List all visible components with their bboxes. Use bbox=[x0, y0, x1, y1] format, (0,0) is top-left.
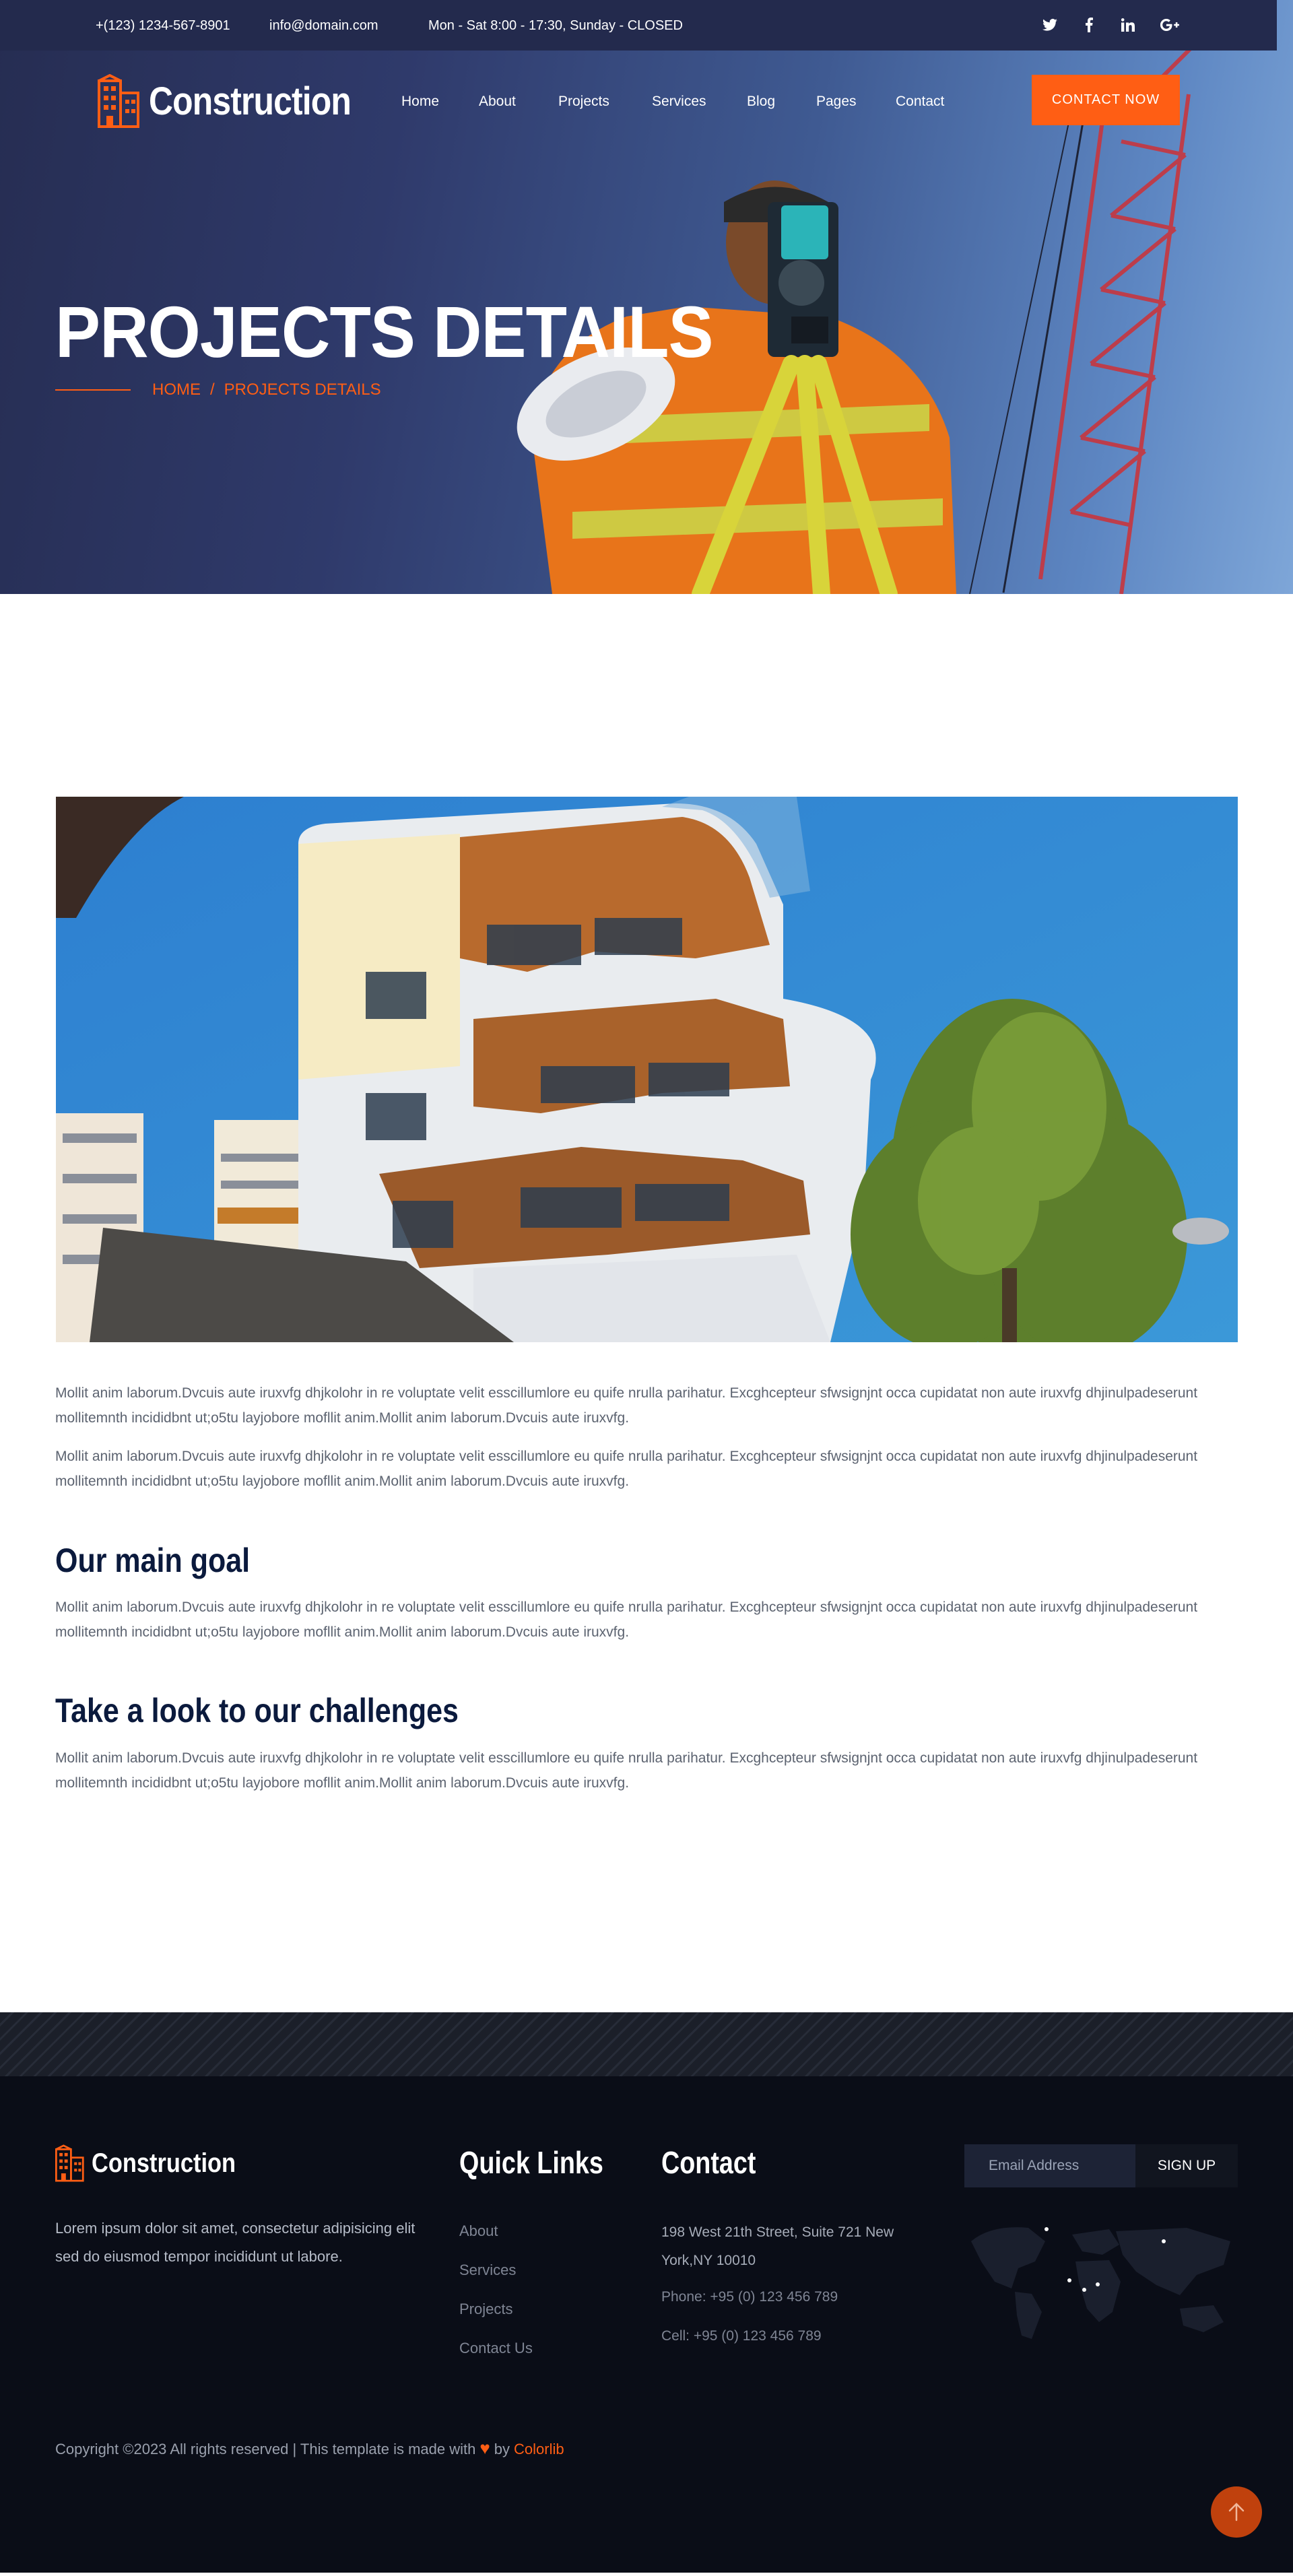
sign-up-button[interactable]: SIGN UP bbox=[1135, 2144, 1238, 2187]
contact-phone[interactable]: Phone: +95 (0) 123 456 789 bbox=[661, 2283, 838, 2311]
copyright-main: Copyright ©2023 All rights reserved | Th… bbox=[55, 2441, 476, 2457]
copyright-text: Copyright ©2023 All rights reserved | Th… bbox=[55, 2438, 564, 2459]
arrow-up-icon bbox=[1228, 2503, 1245, 2521]
site-footer: Construction Lorem ipsum dolor sit amet,… bbox=[0, 2012, 1293, 2576]
breadcrumb-divider-line bbox=[55, 389, 131, 391]
site-logo[interactable]: Construction bbox=[98, 74, 384, 128]
contact-cell[interactable]: Cell: +95 (0) 123 456 789 bbox=[661, 2322, 822, 2350]
heart-icon: ♥ bbox=[479, 2438, 490, 2458]
quick-links-heading: Quick Links bbox=[459, 2145, 603, 2180]
page-title: PROJECTS DETAILS bbox=[55, 291, 714, 372]
hero-banner: +(123) 1234-567-8901 info@domain.com Mon… bbox=[0, 0, 1293, 594]
newsletter-form: SIGN UP bbox=[964, 2144, 1238, 2187]
nav-blog[interactable]: Blog bbox=[747, 94, 775, 110]
building-logo-icon bbox=[98, 74, 139, 128]
intro-paragraph-1: Mollit anim laborum.Dvcuis aute iruxvfg … bbox=[55, 1385, 1198, 1426]
nav-about[interactable]: About bbox=[479, 94, 516, 110]
nav-pages[interactable]: Pages bbox=[816, 94, 857, 110]
newsletter-email-input[interactable] bbox=[964, 2144, 1135, 2187]
building-logo-icon bbox=[55, 2144, 84, 2182]
challenges-heading: Take a look to our challenges bbox=[55, 1692, 459, 1729]
topbar-hours: Mon - Sat 8:00 - 17:30, Sunday - CLOSED bbox=[428, 18, 683, 33]
colorlib-link[interactable]: Colorlib bbox=[514, 2441, 564, 2457]
challenges-paragraph: Mollit anim laborum.Dvcuis aute iruxvfg … bbox=[55, 1750, 1198, 1791]
footer-link-projects[interactable]: Projects bbox=[459, 2301, 512, 2318]
page-bottom-edge bbox=[0, 2573, 1293, 2576]
breadcrumb-separator: / bbox=[210, 381, 215, 399]
contact-address-line-2: York,NY 10010 bbox=[661, 2253, 756, 2268]
contact-address-line-1: 198 West 21th Street, Suite 721 New bbox=[661, 2224, 894, 2240]
google-plus-icon[interactable] bbox=[1160, 15, 1180, 35]
footer-stripe-band bbox=[0, 2012, 1293, 2076]
building-photo bbox=[56, 797, 1238, 1342]
copyright-by: by bbox=[494, 2441, 510, 2457]
twitter-icon[interactable] bbox=[1040, 15, 1060, 35]
breadcrumb-current: PROJECTS DETAILS bbox=[224, 381, 381, 399]
topbar-email[interactable]: info@domain.com bbox=[269, 18, 378, 34]
breadcrumb: HOME / PROJECTS DETAILS bbox=[55, 381, 381, 399]
scroll-to-top-button[interactable] bbox=[1211, 2486, 1262, 2538]
main-goal-heading: Our main goal bbox=[55, 1542, 251, 1579]
project-image bbox=[56, 797, 1238, 1342]
nav-projects[interactable]: Projects bbox=[558, 94, 609, 110]
nav-services[interactable]: Services bbox=[652, 94, 706, 110]
brand-name: Construction bbox=[149, 79, 352, 123]
main-goal-paragraph: Mollit anim laborum.Dvcuis aute iruxvfg … bbox=[55, 1599, 1198, 1640]
breadcrumb-home[interactable]: HOME bbox=[152, 381, 201, 399]
nav-home[interactable]: Home bbox=[401, 94, 439, 110]
contact-heading: Contact bbox=[661, 2145, 756, 2180]
linkedin-icon[interactable] bbox=[1118, 15, 1138, 35]
footer-logo[interactable]: Construction bbox=[55, 2144, 259, 2182]
nav-contact[interactable]: Contact bbox=[896, 94, 944, 110]
contact-now-button[interactable]: CONTACT NOW bbox=[1032, 75, 1180, 125]
footer-about-text: Lorem ipsum dolor sit amet, consectetur … bbox=[55, 2220, 416, 2265]
footer-link-about[interactable]: About bbox=[459, 2222, 498, 2240]
top-bar: +(123) 1234-567-8901 info@domain.com Mon… bbox=[0, 0, 1277, 51]
world-map-image bbox=[971, 2227, 1230, 2339]
topbar-phone[interactable]: +(123) 1234-567-8901 bbox=[96, 18, 230, 34]
intro-paragraph-2: Mollit anim laborum.Dvcuis aute iruxvfg … bbox=[55, 1449, 1198, 1489]
footer-brand-name: Construction bbox=[92, 2148, 236, 2178]
footer-link-contact-us[interactable]: Contact Us bbox=[459, 2340, 533, 2357]
footer-link-services[interactable]: Services bbox=[459, 2261, 516, 2279]
facebook-icon[interactable] bbox=[1079, 15, 1099, 35]
